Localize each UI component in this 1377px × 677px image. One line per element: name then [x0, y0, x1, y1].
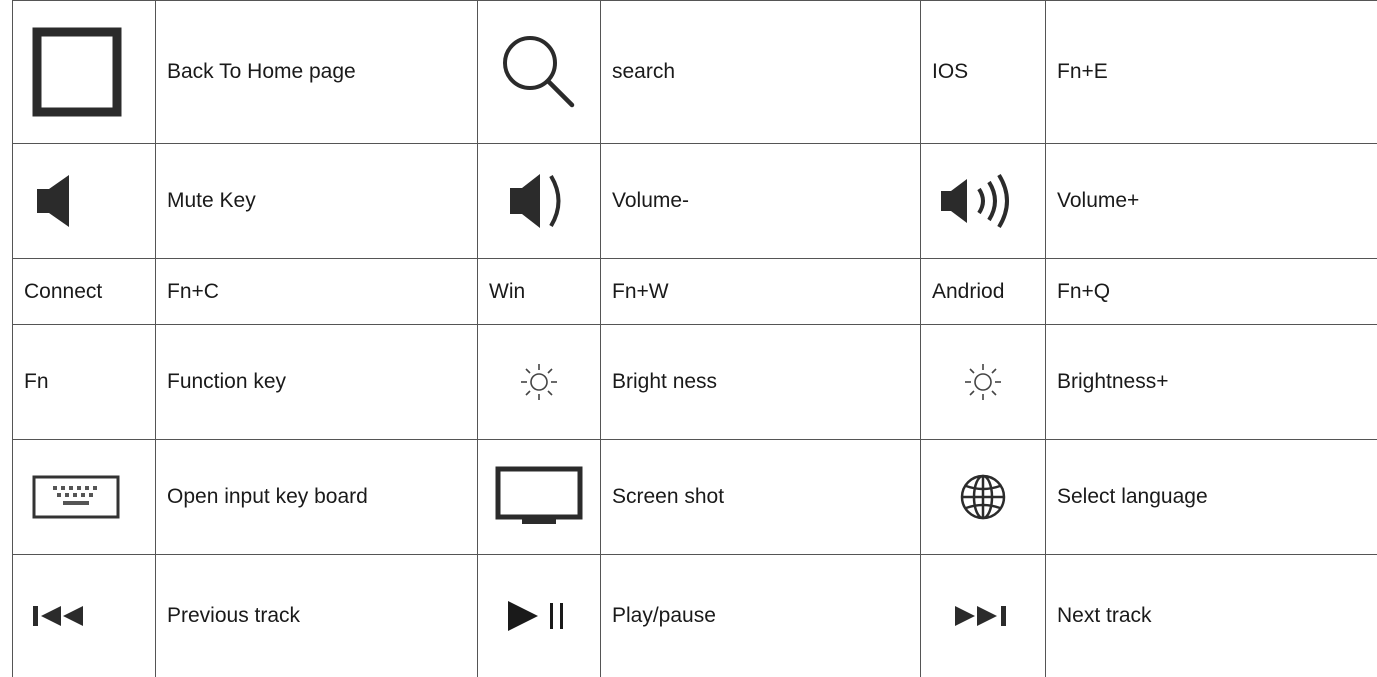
key-label: IOS [920, 0, 1046, 144]
key-description: Mute Key [155, 143, 478, 259]
key-label: Fn [12, 324, 156, 440]
key-description: Select language [1045, 439, 1377, 555]
key-shortcut: Fn+E [1045, 0, 1377, 144]
icon-cell [920, 554, 1046, 677]
icon-cell [12, 143, 156, 259]
search-icon [503, 36, 575, 108]
icon-cell [477, 324, 601, 440]
key-description: Open input key board [155, 439, 478, 555]
icon-cell [920, 439, 1046, 555]
brightness-up-icon [965, 364, 1001, 400]
table-row: Mute Key Volume- Volume+ [12, 143, 1377, 259]
icon-cell [477, 554, 601, 677]
key-label: Win [477, 258, 601, 325]
mute-speaker-icon [37, 175, 69, 227]
key-description: Next track [1045, 554, 1377, 677]
globe-icon [960, 474, 1006, 520]
key-description: Previous track [155, 554, 478, 677]
key-description: Brightness+ [1045, 324, 1377, 440]
icon-cell [920, 143, 1046, 259]
monitor-icon [495, 466, 583, 524]
icon-cell [12, 554, 156, 677]
key-description: Volume- [600, 143, 921, 259]
play-pause-icon [508, 601, 563, 631]
icon-cell [12, 439, 156, 555]
icon-cell [477, 439, 601, 555]
table-row: Previous track Play/pause Next track [12, 554, 1377, 677]
volume-up-icon [941, 173, 1009, 229]
previous-track-icon [33, 606, 83, 627]
brightness-down-icon [521, 364, 557, 400]
function-key-table: Back To Home page search IOS Fn+E Mute K… [12, 0, 1377, 677]
key-description: Function key [155, 324, 478, 440]
next-track-icon [955, 606, 1006, 627]
icon-cell [920, 324, 1046, 440]
key-shortcut: Fn+C [155, 258, 478, 325]
key-description: Back To Home page [155, 0, 478, 144]
icon-cell [477, 0, 601, 144]
key-description: Bright ness [600, 324, 921, 440]
key-label: Connect [12, 258, 156, 325]
key-shortcut: Fn+W [600, 258, 921, 325]
key-description: Volume+ [1045, 143, 1377, 259]
key-label: Andriod [920, 258, 1046, 325]
key-shortcut: Fn+Q [1045, 258, 1377, 325]
key-description: search [600, 0, 921, 144]
key-description: Screen shot [600, 439, 921, 555]
table-row: Connect Fn+C Win Fn+W Andriod Fn+Q [12, 258, 1377, 325]
key-description: Play/pause [600, 554, 921, 677]
table-row: Open input key board Screen shot Select … [12, 439, 1377, 555]
table-row: Fn Function key Bright ness Brightness+ [12, 324, 1377, 440]
volume-down-icon [510, 174, 561, 228]
icon-cell [477, 143, 601, 259]
icon-cell [12, 0, 156, 144]
table-row: Back To Home page search IOS Fn+E [12, 0, 1377, 144]
keyboard-icon [32, 475, 120, 519]
home-square-icon [32, 27, 122, 117]
